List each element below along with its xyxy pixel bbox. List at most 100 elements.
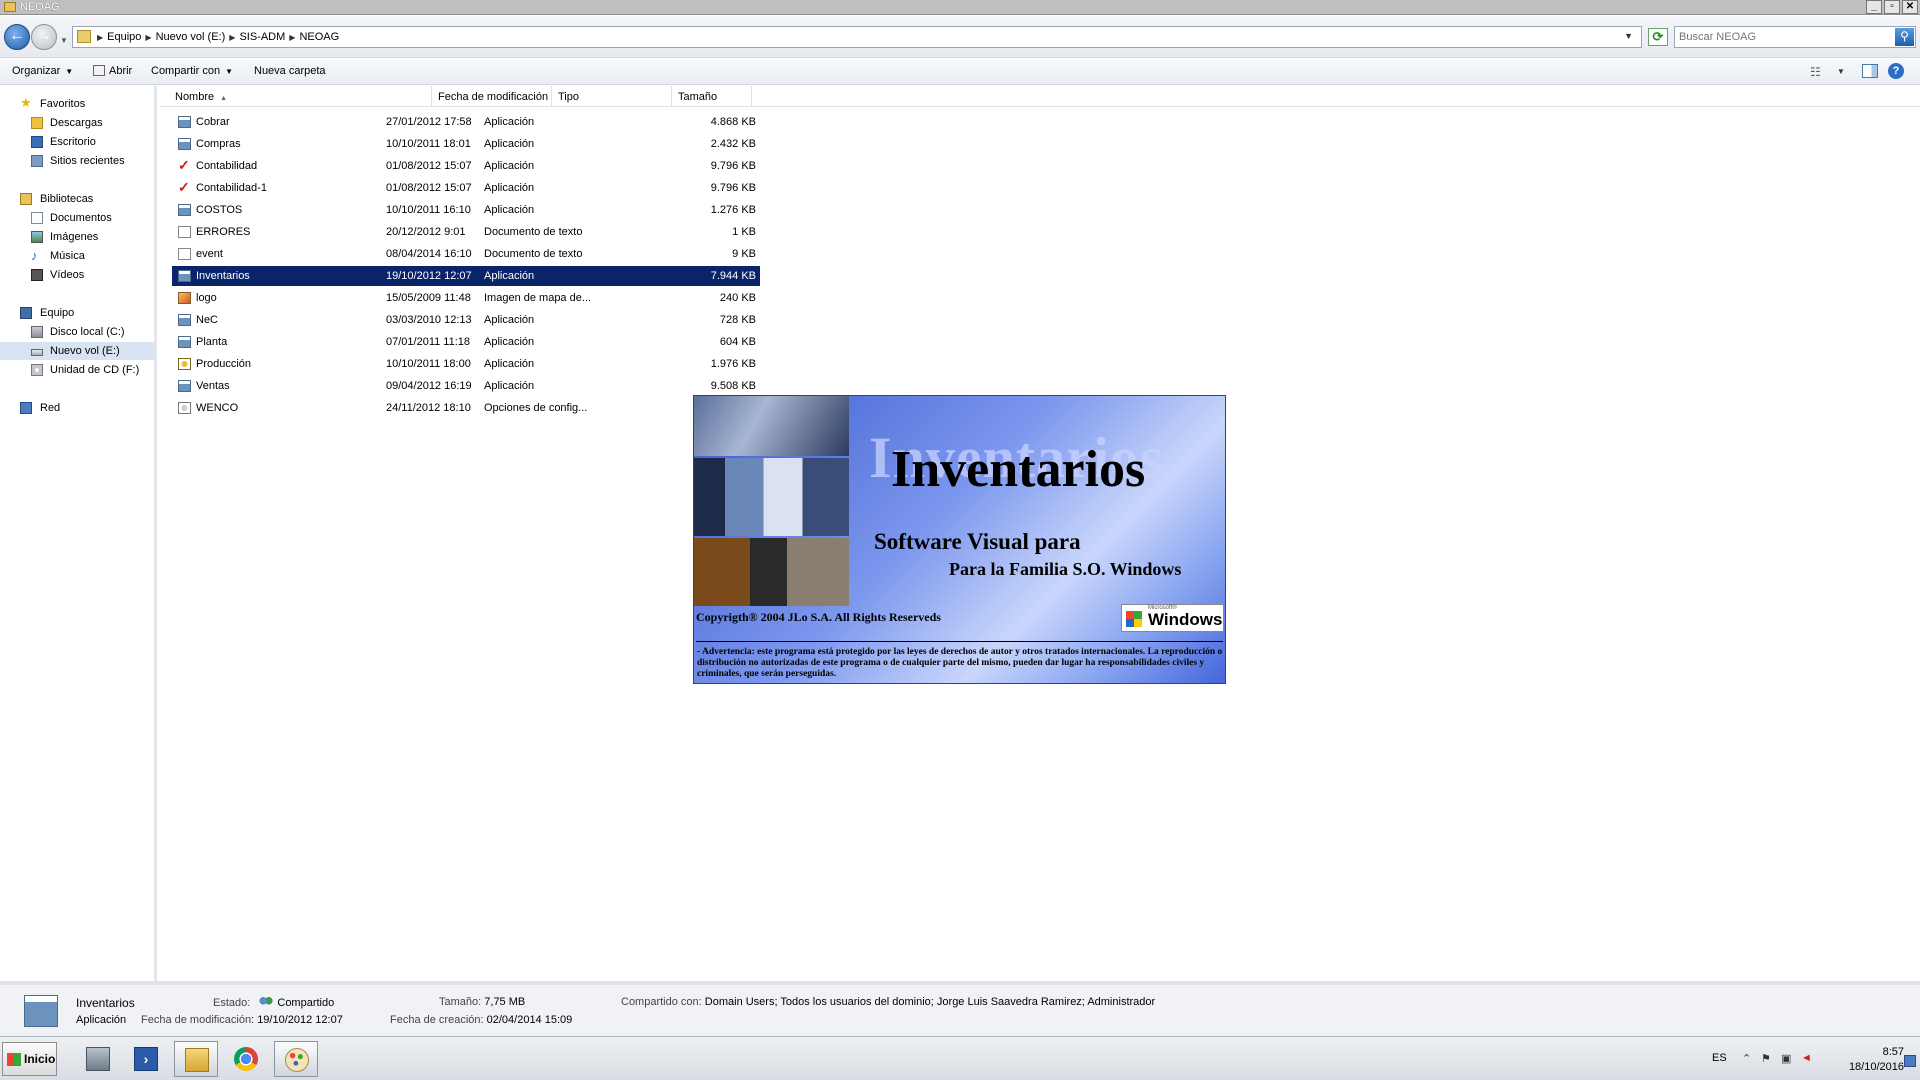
column-header-size[interactable]: Tamaño [672, 86, 752, 107]
taskbar-server-manager[interactable] [76, 1041, 120, 1077]
back-button[interactable]: ← [4, 24, 30, 50]
breadcrumb-item-sis-adm[interactable]: SIS-ADM [239, 31, 285, 43]
breadcrumb-item-computer[interactable]: Equipo [107, 31, 141, 43]
search-input[interactable] [1679, 30, 1879, 44]
file-row[interactable]: ✓ Contabilidad-1 01/08/2012 15:07 Aplicació… [172, 178, 760, 198]
column-header-type[interactable]: Tipo [552, 86, 672, 107]
details-shared-value: Domain Users; Todos los usuarios del dom… [704, 996, 1156, 1008]
splash-subtitle-1: Software Visual para [874, 529, 1081, 554]
file-row[interactable]: Compras 10/10/2011 18:01 Aplicación 2.432 K… [172, 134, 760, 154]
file-row[interactable]: event 08/04/2014 16:10 Documento de texto 9… [172, 244, 760, 264]
refresh-button[interactable]: ⟳ [1648, 28, 1668, 46]
minimize-button[interactable]: _ [1866, 0, 1882, 14]
nav-favorites[interactable]: ★ Favoritos [0, 95, 154, 113]
close-button[interactable]: ✕ [1902, 0, 1918, 14]
chevron-down-icon: ▼ [65, 67, 74, 76]
file-size: 9.508 KB [710, 380, 756, 392]
language-indicator[interactable]: ES [1712, 1052, 1727, 1064]
address-bar[interactable]: ▶ Equipo ▶ Nuevo vol (E:) ▶ SIS-ADM ▶ NE… [72, 26, 1642, 48]
nav-network-label: Red [40, 402, 61, 414]
taskbar-paint[interactable] [274, 1041, 318, 1077]
forward-button[interactable]: → [31, 24, 57, 50]
file-row[interactable]: ERRORES 20/12/2012 9:01 Documento de texto… [172, 222, 760, 242]
file-name: WENCO [196, 402, 239, 414]
clock-date[interactable]: 18/10/2016 [1824, 1061, 1904, 1073]
app-icon [178, 116, 191, 128]
history-dropdown-icon[interactable]: ▼ [60, 36, 68, 45]
nav-recent[interactable]: Sitios recientes [0, 152, 154, 170]
nav-network[interactable]: Red [0, 399, 154, 417]
nav-computer[interactable]: Equipo [0, 304, 154, 322]
file-row[interactable]: logo 15/05/2009 11:48 Imagen de mapa de...… [172, 288, 760, 308]
file-modified-date: 01/08/2012 15:07 [386, 160, 472, 172]
nav-desktop[interactable]: Escritorio [0, 133, 154, 151]
search-icon[interactable]: ⚲ [1895, 28, 1914, 46]
file-row[interactable]: COSTOS 10/10/2011 16:10 Aplicación 1.276 KB [172, 200, 760, 220]
breadcrumb-item-neoag[interactable]: NEOAG [299, 31, 339, 43]
command-bar: Organizar ▼ Abrir Compartir con ▼ Nueva ca… [0, 59, 1920, 85]
chevron-down-icon[interactable]: ▼ [1837, 67, 1845, 76]
taskbar-powershell[interactable]: › [124, 1041, 168, 1077]
preview-pane-icon[interactable] [1862, 64, 1878, 78]
nav-drive-e-label: Nuevo vol (E:) [50, 345, 120, 357]
breadcrumb-item-drive-e[interactable]: Nuevo vol (E:) [156, 31, 226, 43]
column-header-name[interactable]: Nombre ▲ [160, 86, 432, 107]
chevron-right-icon[interactable]: ▶ [289, 33, 295, 42]
chevron-right-icon[interactable]: ▶ [229, 33, 235, 42]
file-size: 2.432 KB [710, 138, 756, 150]
clock-time[interactable]: 8:57 [1824, 1046, 1904, 1058]
details-size: Tamaño: 7,75 MB [439, 996, 525, 1008]
file-row[interactable]: Ventas 09/04/2012 16:19 Aplicación 9.508 KB [172, 376, 760, 396]
nav-libraries[interactable]: Bibliotecas [0, 190, 154, 208]
file-row[interactable]: Inventarios 19/10/2012 12:07 Aplicación 7.9… [172, 266, 760, 286]
nav-drive-f[interactable]: Unidad de CD (F:) [0, 361, 154, 379]
windows-logo: Microsoft® Windows [1121, 604, 1224, 632]
app-icon [178, 314, 191, 326]
nav-documents[interactable]: Documentos [0, 209, 154, 227]
show-hidden-icons-icon[interactable]: ⌃ [1742, 1052, 1751, 1065]
nav-drive-c[interactable]: Disco local (C:) [0, 323, 154, 341]
music-icon: ♪ [31, 248, 38, 263]
file-row[interactable]: Producción 10/10/2011 18:00 Aplicación 1.97… [172, 354, 760, 374]
powershell-icon: › [134, 1047, 158, 1071]
nav-videos[interactable]: Vídeos [0, 266, 154, 284]
column-header-row: Nombre ▲ Fecha de modificación Tipo Tamañ… [160, 86, 1920, 107]
bitmap-icon [178, 292, 191, 304]
nav-music[interactable]: ♪ Música [0, 247, 154, 265]
volume-muted-icon[interactable]: ◄ [1801, 1052, 1812, 1064]
file-row[interactable]: Planta 07/01/2011 11:18 Aplicación 604 KB [172, 332, 760, 352]
start-button[interactable]: Inicio [2, 1042, 57, 1076]
file-type: Aplicación [484, 358, 535, 370]
help-icon[interactable]: ? [1888, 63, 1904, 79]
chevron-down-icon[interactable]: ▼ [1624, 31, 1633, 41]
file-row[interactable]: NeC 03/03/2010 12:13 Aplicación 728 KB [172, 310, 760, 330]
nav-downloads[interactable]: Descargas [0, 114, 154, 132]
windows-flag-icon [7, 1053, 21, 1066]
open-button[interactable]: Abrir [93, 65, 132, 77]
file-size: 1 KB [732, 226, 756, 238]
file-name: event [196, 248, 223, 260]
column-header-date[interactable]: Fecha de modificación [432, 86, 552, 107]
nav-images[interactable]: Imágenes [0, 228, 154, 246]
open-label: Abrir [109, 65, 133, 77]
windows-flag-icon-lower [1126, 619, 1142, 627]
show-desktop-button[interactable] [1904, 1055, 1916, 1067]
chevron-right-icon[interactable]: ▶ [145, 33, 151, 42]
network-tray-icon[interactable]: ▣ [1781, 1052, 1791, 1065]
file-row[interactable]: WENCO 24/11/2012 18:10 Opciones de config.… [172, 398, 760, 418]
file-name: Compras [196, 138, 241, 150]
action-center-flag-icon[interactable]: ⚑ [1761, 1052, 1771, 1065]
details-file-name: Inventarios [76, 996, 135, 1010]
nav-drive-e[interactable]: Nuevo vol (E:) [0, 342, 154, 360]
organize-button[interactable]: Organizar ▼ [12, 65, 73, 77]
taskbar-chrome[interactable] [224, 1041, 268, 1077]
maximize-button[interactable]: ▫ [1884, 0, 1900, 14]
new-folder-button[interactable]: Nueva carpeta [254, 65, 326, 77]
chevron-right-icon[interactable]: ▶ [97, 33, 103, 42]
navigation-pane: ★ Favoritos Descargas Escritorio Sitios … [0, 86, 157, 981]
file-row[interactable]: ✓ Contabilidad 01/08/2012 15:07 Aplicación 9… [172, 156, 760, 176]
share-with-button[interactable]: Compartir con ▼ [151, 65, 233, 77]
taskbar-file-explorer[interactable] [174, 1041, 218, 1077]
file-row[interactable]: Cobrar 27/01/2012 17:58 Aplicación 4.868 KB [172, 112, 760, 132]
view-options-icon[interactable]: ☷ [1810, 65, 1821, 79]
